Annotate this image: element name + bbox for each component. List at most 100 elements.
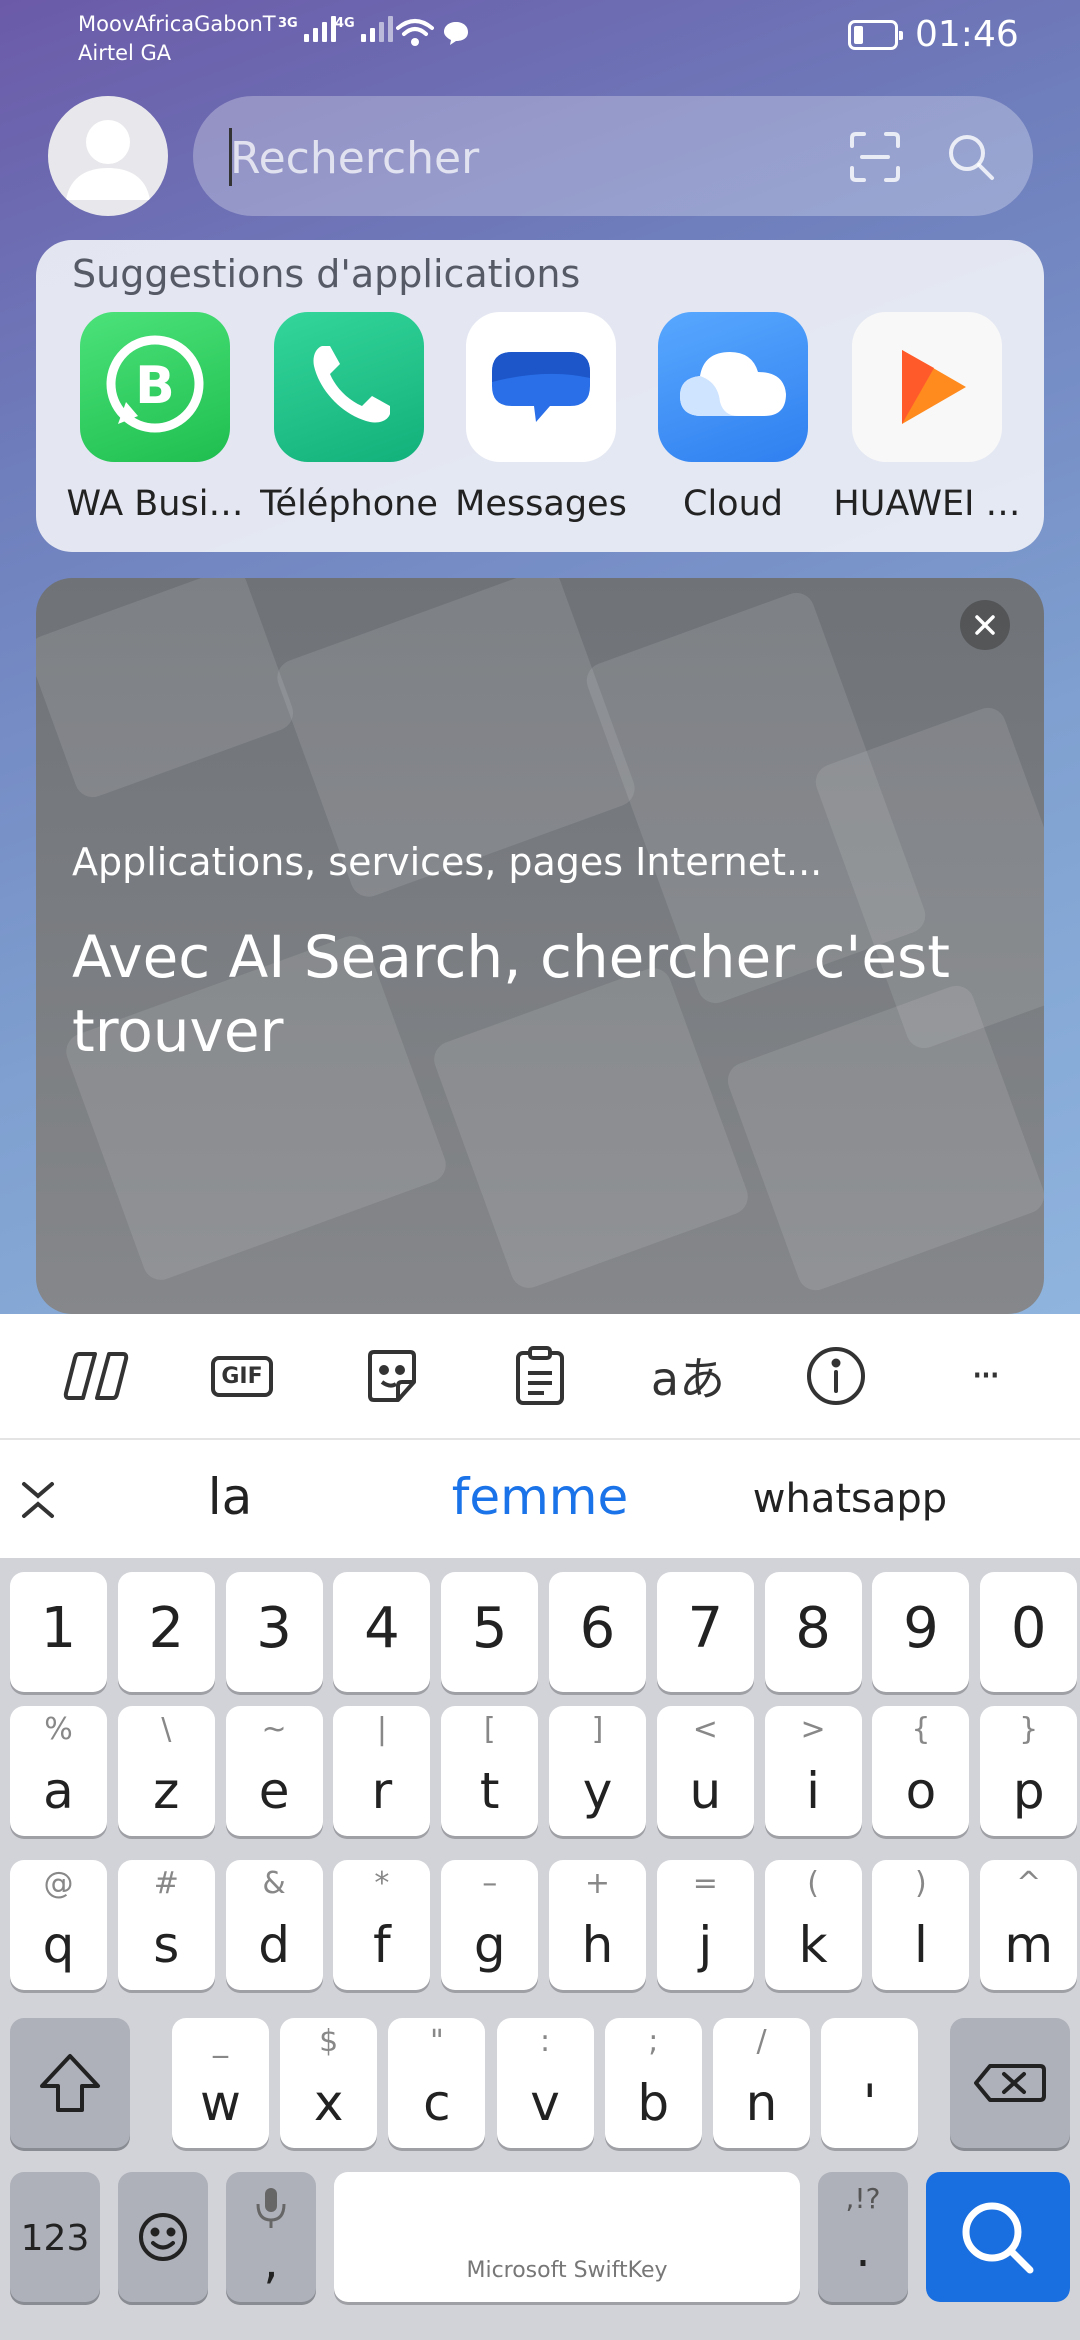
carrier-2: Airtel GA — [78, 41, 172, 65]
collapse-keyboard-button[interactable] — [18, 1478, 58, 1526]
key-4[interactable]: 4 — [333, 1572, 431, 1692]
prediction-item[interactable]: whatsapp — [720, 1476, 980, 1522]
microphone-icon — [256, 2188, 286, 2228]
key-r[interactable]: | r — [333, 1706, 431, 1836]
key-u[interactable]: < u — [656, 1706, 754, 1836]
key-alt-label: | — [376, 1712, 387, 1747]
backspace-icon — [974, 2064, 1046, 2102]
key-label: x — [313, 2074, 344, 2132]
key-alt-label: ~ — [261, 1712, 287, 1747]
copilot-icon[interactable] — [56, 1336, 136, 1416]
numbers-key[interactable]: 123 — [10, 2172, 100, 2302]
prediction-item[interactable]: la — [130, 1468, 330, 1526]
key-p[interactable]: } p — [980, 1706, 1078, 1836]
comma-key[interactable]: , — [226, 2172, 316, 2302]
clock: 01:46 — [915, 14, 1019, 55]
gif-button[interactable]: GIF — [202, 1336, 282, 1416]
signal-icon-1: 3G — [278, 16, 336, 42]
key-alt-label: ) — [915, 1866, 927, 1901]
app-phone[interactable] — [274, 312, 424, 462]
key-e[interactable]: ~ e — [225, 1706, 323, 1836]
app-huawei-video[interactable] — [852, 312, 1002, 462]
key-b[interactable]: ; b — [604, 2018, 702, 2148]
key-label: 3 — [256, 1596, 292, 1661]
key-alt-label: < — [692, 1712, 718, 1747]
banner-close-button[interactable] — [960, 600, 1010, 650]
key-l[interactable]: ) l — [872, 1860, 970, 1990]
clipboard-icon[interactable] — [500, 1336, 580, 1416]
key-j[interactable]: = j — [656, 1860, 754, 1990]
key-alt-label: # — [153, 1866, 179, 1901]
app-label: Cloud — [683, 484, 783, 524]
key-label: n — [745, 2074, 778, 2132]
network-type-2: 4G — [335, 16, 355, 31]
key-q[interactable]: @ q — [10, 1860, 107, 1990]
key-z[interactable]: \ z — [117, 1706, 215, 1836]
key-m[interactable]: ^ m — [980, 1860, 1078, 1990]
app-whatsapp-business[interactable]: B — [80, 312, 230, 462]
signal-icon-2: 4G — [335, 16, 393, 42]
key-label: i — [806, 1762, 821, 1820]
key-c[interactable]: " c — [388, 2018, 486, 2148]
key-d[interactable]: & d — [225, 1860, 323, 1990]
key-9[interactable]: 9 — [872, 1572, 970, 1692]
key-label: k — [798, 1916, 828, 1974]
key-s[interactable]: # s — [117, 1860, 215, 1990]
key-6[interactable]: 6 — [549, 1572, 646, 1692]
search-icon[interactable] — [944, 130, 998, 188]
key-n[interactable]: / n — [713, 2018, 810, 2148]
key-apostrophe[interactable]: ' — [821, 2018, 919, 2148]
key-label: e — [258, 1762, 290, 1820]
scan-icon[interactable] — [848, 130, 902, 188]
close-icon — [22, 1482, 54, 1518]
app-cloud[interactable] — [658, 312, 808, 462]
key-8[interactable]: 8 — [764, 1572, 862, 1692]
key-label: v — [530, 2074, 560, 2132]
backspace-key[interactable] — [950, 2018, 1070, 2148]
key-f[interactable]: * f — [333, 1860, 431, 1990]
messages-icon — [492, 352, 590, 422]
shift-key[interactable] — [10, 2018, 130, 2148]
key-v[interactable]: :v — [496, 2018, 594, 2148]
key-alt-label: / — [756, 2024, 767, 2059]
key-1[interactable]: 1 — [10, 1572, 107, 1692]
key-3[interactable]: 3 — [225, 1572, 323, 1692]
key-alt-label: " — [429, 2024, 444, 2059]
key-label: u — [689, 1762, 722, 1820]
search-key[interactable] — [926, 2172, 1070, 2302]
search-input[interactable] — [230, 128, 790, 188]
key-w[interactable]: _ w — [172, 2018, 269, 2148]
space-key[interactable]: Microsoft SwiftKey — [334, 2172, 800, 2302]
emoji-key[interactable] — [118, 2172, 208, 2302]
sticker-icon[interactable] — [352, 1336, 432, 1416]
key-alt-label: { — [911, 1712, 931, 1747]
key-g[interactable]: – g — [441, 1860, 539, 1990]
key-i[interactable]: > i — [764, 1706, 862, 1836]
key-label: y — [582, 1762, 613, 1820]
period-key[interactable]: ,!? . — [818, 2172, 908, 2302]
gif-label: GIF — [211, 1355, 273, 1397]
key-y[interactable]: ] y — [549, 1706, 646, 1836]
more-options-button[interactable]: ··· — [944, 1336, 1024, 1416]
key-5[interactable]: 5 — [441, 1572, 539, 1692]
info-icon[interactable] — [796, 1336, 876, 1416]
avatar[interactable] — [48, 96, 168, 216]
translate-button[interactable]: aあ — [648, 1336, 728, 1416]
key-0[interactable]: 0 — [980, 1572, 1078, 1692]
key-label: s — [153, 1916, 180, 1974]
app-messages[interactable] — [466, 312, 616, 462]
key-o[interactable]: {o — [872, 1706, 970, 1836]
key-k[interactable]: (k — [764, 1860, 862, 1990]
key-x[interactable]: $ x — [280, 2018, 378, 2148]
key-alt-label: > — [800, 1712, 826, 1747]
key-alt-label: } — [1019, 1712, 1039, 1747]
prediction-item-primary[interactable]: femme — [400, 1468, 680, 1526]
key-t[interactable]: [t — [441, 1706, 539, 1836]
close-icon — [975, 615, 995, 635]
key-a[interactable]: % a — [10, 1706, 107, 1836]
key-label: w — [200, 2074, 241, 2132]
key-7[interactable]: 7 — [656, 1572, 754, 1692]
key-h[interactable]: + h — [549, 1860, 646, 1990]
key-2[interactable]: 2 — [117, 1572, 215, 1692]
search-icon — [962, 2202, 1034, 2274]
